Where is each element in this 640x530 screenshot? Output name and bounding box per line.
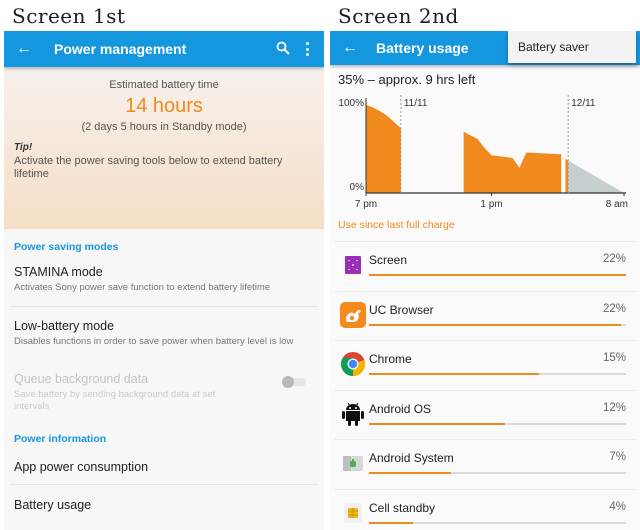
app-power-consumption-item[interactable]: App power consumption [4,445,324,484]
tip-text: Activate the power saving tools below to… [14,155,283,180]
tip-title: Tip! [14,142,33,153]
app-usage-row[interactable]: Android System 7% [334,439,636,489]
section-power-information: Power information [14,433,107,445]
battery-usage-screen: ← Battery usage Battery saver 35% – appr… [330,31,640,530]
more-options-icon[interactable] [306,42,310,56]
usage-bar [369,521,626,524]
page-title: Power management [54,41,187,57]
app-percentage: 22% [602,253,626,265]
usage-bar-fill [369,472,452,474]
caption-screen-2: Screen 2nd [338,4,459,28]
app-bar: ← Power management [4,31,324,67]
app-name: Android OS [369,401,432,416]
usage-bar-fill [369,521,413,524]
y-tick-label: 0% [350,182,365,193]
usage-bar-fill [369,422,506,425]
date-marker-label: 11/11 [404,98,428,109]
standby-estimate: (2 days 5 hours in Standby mode) [81,121,247,133]
app-power-title: App power consumption [14,460,149,474]
x-tick-label: 8 am [606,199,628,210]
usage-bar [369,472,626,474]
queue-desc: Save battery by sending background data … [14,389,216,412]
app-usage-row[interactable]: UC Browser 22% [334,290,636,341]
queue-background-data-item: Queue background data Save battery by se… [4,366,324,417]
estimate-label: Estimated battery time [109,79,219,91]
low-battery-desc: Disables functions in order to save powe… [14,336,294,347]
back-arrow-icon[interactable]: ← [16,41,32,57]
queue-title: Queue background data [14,372,149,386]
app-name: Android System [369,451,454,465]
battery-saver-menu-item[interactable]: Battery saver [508,31,636,63]
low-battery-mode-item[interactable]: Low-battery mode Disables functions in o… [4,307,324,366]
app-name: UC Browser [369,302,434,317]
android-icon [340,401,366,427]
app-percentage: 22% [602,302,626,315]
chrome-icon [340,351,366,377]
app-name: Cell standby [369,500,436,515]
app-percentage: 7% [609,451,626,463]
x-tick-label: 7 pm [355,199,377,210]
power-management-screen: ← Power management Estimated battery tim… [4,31,324,530]
battery-history-chart: 11/11 12/11 100% 0% 7 pm 1 pm 8 am [338,95,628,210]
estimate-hours: 14 hours [125,95,203,117]
uc-browser-icon [340,301,366,328]
date-marker-label: 12/11 [571,98,596,109]
usage-bar-fill [369,274,626,276]
usage-bar [369,373,626,375]
usage-bar-fill [369,323,621,326]
app-usage-list: Screen 22% UC Browser 22% Chrome 15% Android O… [330,241,640,530]
battery-remaining: 35% – approx. 9 hrs left [338,72,476,87]
app-name: Chrome [369,352,412,366]
screen-icon [340,252,366,278]
app-percentage: 4% [609,500,626,513]
android-system-icon [340,450,366,476]
y-tick-label: 100% [338,98,364,109]
discharge-area [463,131,562,193]
stamina-desc: Activates Sony power save function to ex… [14,282,271,293]
x-tick-label: 1 pm [480,199,502,210]
battery-estimate-panel: Estimated battery time 14 hours (2 days … [4,67,324,229]
usage-bar [369,422,626,425]
app-name: Screen [369,253,408,267]
stamina-title: STAMINA mode [14,265,103,279]
app-percentage: 15% [602,352,626,364]
app-usage-row[interactable]: Android OS 12% [334,389,636,440]
projection-area [568,160,624,193]
app-usage-row[interactable]: Chrome 15% [334,340,636,390]
app-percentage: 12% [602,401,626,414]
battery-usage-item[interactable]: Battery usage [4,485,324,522]
search-icon[interactable] [276,41,290,55]
usage-bar-fill [369,373,539,375]
caption-screen-1: Screen 1st [12,4,126,28]
battery-usage-title: Battery usage [14,498,92,512]
usage-section-title: Use since last full charge [338,219,455,231]
section-power-saving-modes: Power saving modes [14,241,119,253]
discharge-area [366,104,401,193]
page-title: Battery usage [376,40,469,56]
app-usage-row[interactable]: Cell standby 4% [334,488,636,530]
low-battery-title: Low-battery mode [14,319,115,333]
sim-card-icon [340,500,366,526]
queue-background-toggle[interactable] [282,376,308,388]
app-usage-row[interactable]: Screen 22% [334,241,636,291]
usage-bar [369,274,626,276]
stamina-mode-item[interactable]: STAMINA mode Activates Sony power save f… [4,253,324,306]
usage-bar [369,323,626,326]
back-arrow-icon[interactable]: ← [342,40,358,56]
